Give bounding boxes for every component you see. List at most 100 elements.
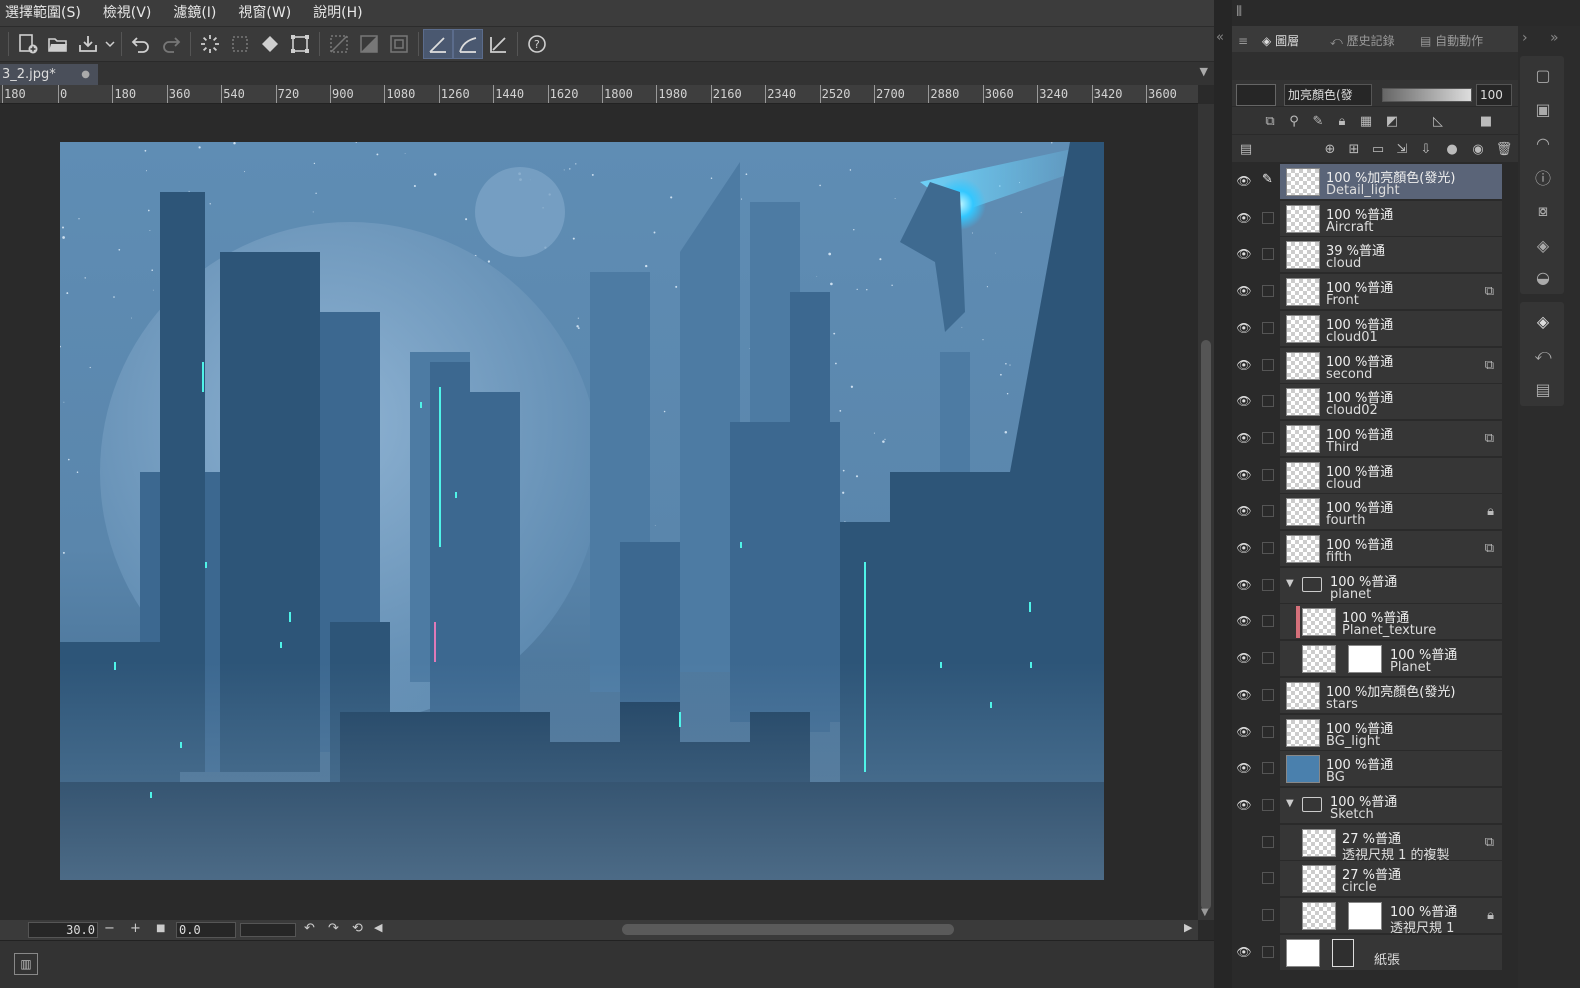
- paper-icon[interactable]: [1332, 938, 1354, 967]
- help-icon[interactable]: ?: [522, 29, 552, 59]
- layer-row[interactable]: 👁︎ 100 %普通 cloud02: [1236, 384, 1502, 421]
- fit-view-icon[interactable]: ■: [156, 923, 165, 934]
- eye-icon[interactable]: 👁︎: [1236, 211, 1252, 225]
- sub-view-icon[interactable]: ▣: [1522, 92, 1564, 126]
- eye-icon[interactable]: 👁︎: [1236, 394, 1252, 408]
- layer-edit-toggle[interactable]: [1262, 542, 1274, 554]
- new-folder-icon[interactable]: ▭: [1368, 139, 1388, 159]
- menu-view[interactable]: 檢視(V): [92, 0, 163, 26]
- menu-help[interactable]: 說明(H): [302, 0, 373, 26]
- layer-edit-toggle[interactable]: [1262, 615, 1274, 628]
- clear-selection-icon[interactable]: [225, 29, 255, 59]
- clip-icon[interactable]: ⧉: [1260, 111, 1280, 131]
- layer-edit-toggle[interactable]: [1262, 395, 1274, 408]
- layer-row[interactable]: 👁︎ 紙張: [1236, 934, 1502, 971]
- tab-history[interactable]: ⤺ 歷史記錄: [1330, 30, 1395, 52]
- menu-window[interactable]: 視窗(W): [227, 0, 302, 26]
- layer-row[interactable]: 👁︎ 100 %普通 fourth 🔒︎: [1236, 494, 1502, 531]
- layer-row[interactable]: 👁︎ 100 %普通 BG: [1236, 751, 1502, 788]
- visibility-off-icon[interactable]: [1236, 908, 1252, 922]
- layer-property-icon[interactable]: ▤: [1236, 139, 1256, 159]
- eye-icon[interactable]: 👁︎: [1236, 284, 1252, 298]
- zoom-field[interactable]: 30.0: [28, 922, 98, 938]
- eye-icon[interactable]: 👁︎: [1236, 541, 1252, 555]
- layer-search-icon[interactable]: ⧇: [1522, 194, 1564, 228]
- eye-icon[interactable]: 👁︎: [1236, 688, 1252, 702]
- loading-icon[interactable]: [195, 29, 225, 59]
- vertical-scroll-thumb[interactable]: [1201, 340, 1211, 910]
- close-dot-icon[interactable]: ●: [81, 64, 90, 85]
- canvas-area[interactable]: [0, 104, 1198, 920]
- layer-row[interactable]: 👁︎ 100 %普通 cloud: [1236, 457, 1502, 494]
- layer-edit-toggle[interactable]: [1262, 468, 1274, 481]
- fill-icon[interactable]: [255, 29, 285, 59]
- chevron-down-icon[interactable]: ▼: [1286, 578, 1294, 589]
- selection-outside-icon[interactable]: [324, 29, 354, 59]
- mask-thumbnail[interactable]: [1348, 645, 1382, 674]
- layer-edit-toggle[interactable]: [1262, 652, 1274, 665]
- selection-border-icon[interactable]: [384, 29, 414, 59]
- layer-row[interactable]: 100 %普通 透視尺規 1 🔒︎: [1262, 898, 1502, 936]
- layer-edit-toggle[interactable]: [1262, 835, 1274, 848]
- visibility-off-icon[interactable]: [1236, 871, 1252, 885]
- eye-icon[interactable]: 👁︎: [1236, 174, 1252, 188]
- artwork-canvas[interactable]: [60, 142, 1104, 880]
- layer-edit-toggle[interactable]: [1262, 358, 1274, 371]
- eye-icon[interactable]: 👁︎: [1236, 247, 1252, 261]
- layer-edit-toggle[interactable]: [1262, 248, 1274, 261]
- eye-icon[interactable]: 👁︎: [1236, 614, 1252, 628]
- layer-row[interactable]: 👁︎ 100 %普通 Planet_texture: [1236, 604, 1502, 641]
- panel-toggle-icon[interactable]: ▥: [14, 953, 38, 975]
- layer-color-dropdown[interactable]: [1236, 84, 1276, 106]
- menu-filter[interactable]: 濾鏡(I): [162, 0, 227, 26]
- layer-edit-toggle[interactable]: [1262, 945, 1274, 958]
- document-tab[interactable]: 3_2.jpg* ●: [0, 64, 98, 85]
- open-folder-icon[interactable]: [43, 29, 73, 59]
- eye-icon[interactable]: 👁︎: [1236, 321, 1252, 335]
- undo-icon[interactable]: [126, 29, 156, 59]
- info-icon[interactable]: ⓘ: [1522, 160, 1564, 194]
- opacity-field[interactable]: 100: [1476, 84, 1512, 106]
- scroll-right-icon[interactable]: ▶: [1184, 921, 1192, 934]
- tab-auto-action[interactable]: ▤ 自動動作: [1420, 30, 1483, 52]
- new-canvas-icon[interactable]: [13, 29, 43, 59]
- collapse-right-icon[interactable]: »: [1550, 30, 1559, 46]
- collapse-left-icon[interactable]: «: [1216, 30, 1224, 45]
- camera-icon[interactable]: ◉: [1468, 139, 1488, 159]
- zoom-in-icon[interactable]: +: [130, 921, 141, 936]
- layer-row[interactable]: 👁︎ 100 %普通 Front ⧉: [1236, 274, 1502, 311]
- layer-edit-toggle[interactable]: [1262, 725, 1274, 738]
- eye-icon[interactable]: 👁︎: [1236, 761, 1252, 775]
- scroll-down-icon[interactable]: ▼: [1201, 907, 1209, 918]
- layer-row[interactable]: 👁︎ ▼ 100 %普通 planet: [1236, 567, 1502, 604]
- layer-row[interactable]: 👁︎ ▼ 100 %普通 Sketch: [1236, 787, 1502, 824]
- layer-color-icon[interactable]: ■: [1476, 111, 1496, 131]
- layer-row[interactable]: 👁︎ 100 %加亮顏色(發光) stars: [1236, 677, 1502, 714]
- layer-row[interactable]: 👁︎ 100 %普通 Third ⧉: [1236, 420, 1502, 457]
- tab-layer[interactable]: ◈ 圖層: [1262, 30, 1299, 52]
- layer-edit-toggle[interactable]: [1262, 321, 1274, 334]
- zoom-out-icon[interactable]: −: [104, 921, 115, 936]
- reference-layer-icon[interactable]: ⚲: [1284, 111, 1304, 131]
- vertical-scrollbar[interactable]: ▼: [1198, 104, 1214, 920]
- lock-transparency-icon[interactable]: ▦: [1356, 111, 1376, 131]
- layer-row[interactable]: 👁︎ 100 %普通 Planet: [1236, 641, 1502, 678]
- lock-icon[interactable]: 🔒︎: [1332, 111, 1352, 131]
- snap-special-ruler-icon[interactable]: [453, 29, 483, 59]
- layer-edit-toggle[interactable]: [1262, 909, 1274, 921]
- save-icon[interactable]: [73, 29, 103, 59]
- chevron-down-icon[interactable]: ▼: [1200, 65, 1208, 78]
- layer-row[interactable]: 27 %普通 circle: [1262, 861, 1502, 898]
- ruler-thumbnail[interactable]: [1348, 902, 1382, 930]
- layer-row[interactable]: 👁︎ 100 %普通 BG_light: [1236, 714, 1502, 751]
- eye-icon[interactable]: 👁︎: [1236, 468, 1252, 482]
- layer-edit-toggle[interactable]: [1262, 211, 1274, 224]
- layer-edit-toggle[interactable]: [1262, 798, 1274, 811]
- layer-row[interactable]: 👁︎ 100 %普通 Aircraft: [1236, 200, 1502, 237]
- expand-right-icon[interactable]: ›: [1522, 30, 1528, 46]
- layer-edit-toggle[interactable]: [1262, 762, 1274, 775]
- snap-grid-icon[interactable]: [483, 29, 513, 59]
- layer-edit-toggle[interactable]: [1262, 431, 1274, 444]
- eye-icon[interactable]: 👁︎: [1236, 651, 1252, 665]
- layer-edit-toggle[interactable]: [1262, 578, 1274, 591]
